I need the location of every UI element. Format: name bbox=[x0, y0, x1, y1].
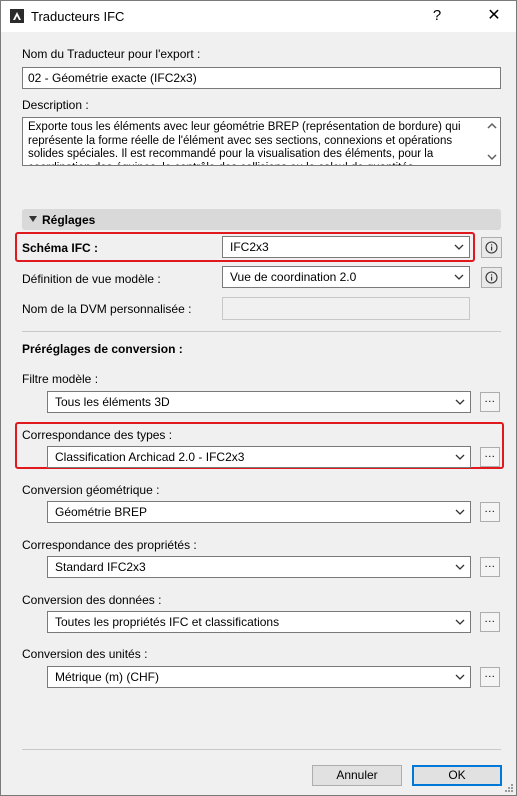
chevron-down-icon bbox=[454, 244, 464, 250]
type-mapping-select[interactable]: Classification Archicad 2.0 - IFC2x3 bbox=[47, 446, 471, 468]
mvd-info-button[interactable] bbox=[481, 267, 502, 288]
settings-section-header[interactable]: Réglages bbox=[22, 209, 501, 230]
ok-button[interactable]: OK bbox=[412, 765, 502, 786]
unit-conversion-value: Métrique (m) (CHF) bbox=[55, 670, 159, 684]
data-conversion-browse-button[interactable]: ... bbox=[480, 612, 500, 632]
geometry-conversion-value: Géométrie BREP bbox=[55, 505, 148, 519]
window-title: Traducteurs IFC bbox=[31, 9, 125, 24]
type-mapping-label: Correspondance des types : bbox=[22, 428, 173, 442]
property-mapping-select[interactable]: Standard IFC2x3 bbox=[47, 556, 471, 578]
schema-select[interactable]: IFC2x3 bbox=[222, 236, 470, 258]
data-conversion-select[interactable]: Toutes les propriétés IFC et classificat… bbox=[47, 611, 471, 633]
chevron-down-icon bbox=[454, 274, 464, 280]
model-filter-label: Filtre modèle : bbox=[22, 372, 99, 386]
chevron-down-icon bbox=[455, 564, 465, 570]
model-filter-value: Tous les éléments 3D bbox=[55, 395, 170, 409]
description-label: Description : bbox=[22, 98, 89, 112]
unit-conversion-select[interactable]: Métrique (m) (CHF) bbox=[47, 666, 471, 688]
chevron-down-icon bbox=[455, 399, 465, 405]
scroll-down-icon[interactable] bbox=[487, 152, 497, 162]
resize-grip-icon[interactable] bbox=[504, 783, 514, 793]
translator-name-label: Nom du Traducteur pour l'export : bbox=[22, 47, 201, 61]
chevron-down-icon bbox=[455, 509, 465, 515]
collapse-triangle-icon bbox=[29, 216, 37, 222]
description-textarea[interactable]: Exporte tous les éléments avec leur géom… bbox=[22, 117, 501, 166]
schema-label: Schéma IFC : bbox=[22, 241, 99, 255]
translator-name-field[interactable]: 02 - Géométrie exacte (IFC2x3) bbox=[22, 67, 501, 89]
title-bar: Traducteurs IFC ? ✕ bbox=[1, 1, 516, 32]
schema-value: IFC2x3 bbox=[230, 240, 269, 254]
unit-conversion-browse-button[interactable]: ... bbox=[480, 667, 500, 687]
close-button[interactable]: ✕ bbox=[484, 6, 504, 26]
type-mapping-value: Classification Archicad 2.0 - IFC2x3 bbox=[55, 450, 245, 464]
footer-divider bbox=[22, 749, 501, 750]
type-mapping-browse-button[interactable]: ... bbox=[480, 447, 500, 467]
chevron-down-icon bbox=[455, 674, 465, 680]
custom-mvd-field bbox=[222, 297, 470, 320]
chevron-down-icon bbox=[455, 454, 465, 460]
custom-mvd-label: Nom de la DVM personnalisée : bbox=[22, 302, 192, 316]
mvd-label: Définition de vue modèle : bbox=[22, 272, 161, 286]
mvd-value: Vue de coordination 2.0 bbox=[230, 270, 357, 284]
scroll-up-icon[interactable] bbox=[487, 121, 497, 131]
property-mapping-label: Correspondance des propriétés : bbox=[22, 538, 197, 552]
geometry-conversion-browse-button[interactable]: ... bbox=[480, 502, 500, 522]
settings-section-title: Réglages bbox=[42, 213, 96, 227]
property-mapping-browse-button[interactable]: ... bbox=[480, 557, 500, 577]
data-conversion-label: Conversion des données : bbox=[22, 593, 162, 607]
divider bbox=[22, 331, 501, 332]
schema-info-button[interactable] bbox=[481, 237, 502, 258]
unit-conversion-label: Conversion des unités : bbox=[22, 647, 148, 661]
info-icon bbox=[485, 241, 498, 254]
app-icon bbox=[10, 9, 24, 23]
mvd-select[interactable]: Vue de coordination 2.0 bbox=[222, 266, 470, 288]
geometry-conversion-select[interactable]: Géométrie BREP bbox=[47, 501, 471, 523]
property-mapping-value: Standard IFC2x3 bbox=[55, 560, 146, 574]
info-icon bbox=[485, 271, 498, 284]
chevron-down-icon bbox=[455, 619, 465, 625]
model-filter-select[interactable]: Tous les éléments 3D bbox=[47, 391, 471, 413]
geometry-conversion-label: Conversion géométrique : bbox=[22, 483, 160, 497]
presets-title: Préréglages de conversion : bbox=[22, 342, 183, 356]
description-text: Exporte tous les éléments avec leur géom… bbox=[28, 121, 461, 165]
description-scrollbar[interactable] bbox=[484, 118, 500, 165]
help-button[interactable]: ? bbox=[427, 6, 447, 26]
data-conversion-value: Toutes les propriétés IFC et classificat… bbox=[55, 615, 280, 629]
cancel-button[interactable]: Annuler bbox=[312, 765, 402, 786]
model-filter-browse-button[interactable]: ... bbox=[480, 392, 500, 412]
ifc-translators-dialog: Traducteurs IFC ? ✕ Nom du Traducteur po… bbox=[0, 0, 517, 796]
